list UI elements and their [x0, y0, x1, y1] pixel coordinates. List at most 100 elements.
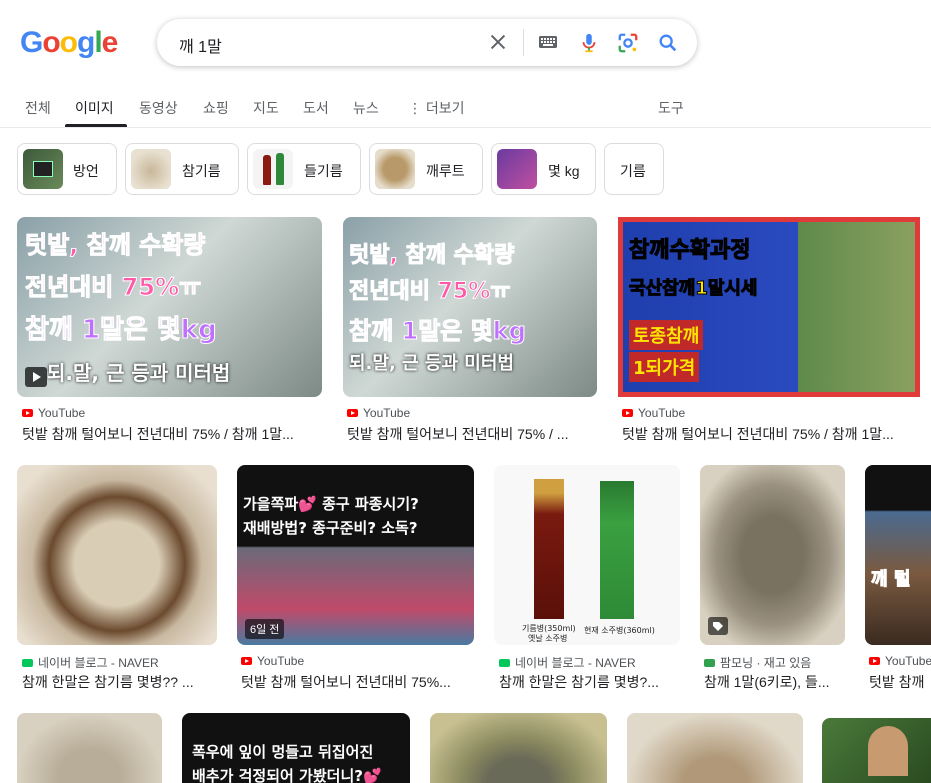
result-thumbnail[interactable]: 폭우에 잎이 멍들고 뒤집어진 배추가 걱정되어 가봤더니?💕 — [182, 713, 410, 783]
chip-label: 들기름 — [304, 163, 343, 179]
thumb-caption: 참깨 1말은 몇kg — [25, 315, 218, 346]
thumb-caption: 텃밭, 참깨 수확량 — [24, 231, 206, 260]
thumb-caption: 가을쪽파💕 종구 파종시기? — [243, 495, 419, 513]
result-thumbnail[interactable]: 깨 털 — [865, 465, 931, 645]
more-dots-icon: ⋮ — [408, 100, 422, 116]
logo-letter: l — [94, 26, 102, 59]
tab-images[interactable]: 이미지 — [75, 98, 114, 118]
source-label: 네이버 블로그 - NAVER — [38, 656, 159, 670]
oil-bottle — [534, 479, 564, 619]
google-logo[interactable]: Google — [20, 26, 118, 60]
tab-maps[interactable]: 지도 — [253, 98, 279, 118]
tab-books[interactable]: 도서 — [303, 98, 329, 118]
result-title[interactable]: 참깨 한말은 참기름 몇병?... — [499, 672, 681, 692]
result-title[interactable]: 텃밭 참깨 털어보니 전년대비 75% / 참깨 1말... — [622, 424, 927, 444]
result-source[interactable]: 네이버 블로그 - NAVER — [22, 654, 159, 671]
thumb-caption: 재배방법? 종구준비? 소독? — [243, 519, 418, 537]
logo-letter: G — [20, 26, 43, 59]
thumb-caption: 되.말, 근 등과 미터법 — [349, 353, 514, 374]
search-divider — [523, 29, 524, 56]
clear-icon[interactable] — [487, 31, 509, 53]
source-label: YouTube — [38, 406, 86, 420]
youtube-icon — [869, 657, 880, 665]
thumb-caption: 텃밭, 참깨 수확량 — [348, 243, 515, 269]
chip-sesame-root[interactable]: 깨루트 — [369, 143, 483, 195]
result-title[interactable]: 참깨 1말(6키로), 들... — [704, 672, 844, 692]
tab-more[interactable]: ⋮ 더보기 — [408, 98, 465, 118]
tab-videos[interactable]: 동영상 — [139, 98, 178, 118]
person-face — [868, 726, 908, 776]
thumb-caption: 깨 털 — [870, 569, 911, 591]
tab-tools[interactable]: 도구 — [658, 98, 684, 118]
chip-label: 몇 kg — [548, 163, 580, 179]
tab-all[interactable]: 전체 — [25, 98, 51, 118]
chip-thumbnail — [375, 149, 415, 189]
thumb-caption: 전년대비 75%ㅠ — [349, 279, 512, 305]
result-source[interactable]: 네이버 블로그 - NAVER — [499, 654, 636, 671]
search-tabs: 전체 이미지 동영상 쇼핑 지도 도서 뉴스 ⋮ 더보기 도구 — [0, 86, 931, 128]
thumb-caption: 되.말, 근 등과 미터법 — [47, 361, 231, 385]
chip-label: 깨루트 — [426, 163, 465, 179]
result-thumbnail[interactable]: 가을쪽파💕 종구 파종시기? 재배방법? 종구준비? 소독? 6일 전 — [237, 465, 474, 645]
microphone-icon[interactable] — [578, 31, 600, 55]
result-source[interactable]: YouTube — [241, 654, 304, 668]
keyboard-icon[interactable] — [538, 34, 558, 50]
result-title[interactable]: 텃밭 참깨 털어보니 전년대비 75% / ... — [347, 424, 602, 444]
youtube-icon — [241, 657, 252, 665]
result-thumbnail[interactable]: 텃밭, 참깨 수확량 전년대비 75%ㅠ 참깨 1말은 몇kg 되.말, 근 등… — [343, 217, 597, 397]
chip-how-many-kg[interactable]: 몇 kg — [491, 143, 596, 195]
play-icon — [25, 367, 47, 387]
result-title[interactable]: 텃밭 참깨 털어보니 전년대비 75%... — [241, 672, 473, 692]
chip-label: 기름 — [620, 163, 646, 179]
chip-thumbnail — [497, 149, 537, 189]
result-title[interactable]: 참깨 한말은 참기름 몇병?? ... — [22, 672, 222, 692]
result-thumbnail[interactable] — [17, 713, 162, 783]
result-source[interactable]: 팜모닝 · 재고 있음 — [704, 654, 811, 671]
logo-letter: o — [42, 26, 60, 59]
thumb-caption: 토종참깨 — [629, 320, 704, 350]
chip-thumbnail — [131, 149, 171, 189]
youtube-icon — [622, 409, 633, 417]
chip-thumbnail — [253, 149, 293, 189]
result-source[interactable]: YouTube — [622, 406, 685, 420]
soju-bottle — [600, 481, 634, 619]
result-thumbnail[interactable]: 참깨수확과정 국산참깨1말시세 토종참깨 1되가격 — [618, 217, 920, 397]
thumb-caption: 배추가 걱정되어 가봤더니?💕 — [192, 767, 382, 783]
source-label: YouTube — [363, 406, 411, 420]
source-label: 네이버 블로그 - NAVER — [515, 656, 636, 670]
result-title[interactable]: 텃밭 참깨 — [869, 672, 931, 692]
chip-label: 참기름 — [182, 163, 221, 179]
chip-sesame-oil[interactable]: 참기름 — [125, 143, 239, 195]
tab-news[interactable]: 뉴스 — [353, 98, 379, 118]
result-title[interactable]: 텃밭 참깨 털어보니 전년대비 75% / 참깨 1말... — [22, 424, 322, 444]
search-input[interactable]: 깨 1말 — [179, 33, 222, 57]
result-thumbnail[interactable] — [822, 718, 931, 783]
result-thumbnail[interactable]: 텃밭, 참깨 수확량 전년대비 75%ㅠ 참깨 1말은 몇kg 되.말, 근 등… — [17, 217, 322, 397]
result-thumbnail[interactable] — [627, 713, 803, 783]
source-label: YouTube — [638, 406, 686, 420]
youtube-icon — [22, 409, 33, 417]
result-source[interactable]: YouTube — [869, 654, 931, 668]
result-thumbnail[interactable] — [700, 465, 845, 645]
result-thumbnail[interactable] — [17, 465, 217, 645]
time-badge: 6일 전 — [245, 619, 285, 639]
chip-perilla-oil[interactable]: 들기름 — [247, 143, 361, 195]
google-lens-icon[interactable] — [617, 32, 639, 54]
result-thumbnail[interactable]: 기름병(350ml) 옛날 소주병 현재 소주병(360ml) — [494, 465, 680, 645]
thumb-caption: 참깨수확과정 — [628, 238, 751, 264]
thumb-caption: 폭우에 잎이 멍들고 뒤집어진 — [192, 743, 374, 761]
search-box[interactable]: 깨 1말 — [157, 19, 697, 66]
tab-shopping[interactable]: 쇼핑 — [203, 98, 229, 118]
naver-blog-icon — [499, 659, 510, 667]
thumb-caption: 옛날 소주병 — [528, 634, 568, 643]
thumb-caption: 국산참깨1말시세 — [628, 278, 758, 300]
youtube-icon — [347, 409, 358, 417]
source-label: YouTube — [885, 654, 931, 668]
chip-oil[interactable]: 기름 — [604, 143, 664, 195]
search-icon[interactable] — [657, 32, 679, 54]
active-tab-indicator — [65, 124, 127, 127]
result-source[interactable]: YouTube — [22, 406, 85, 420]
chip-dialect[interactable]: 방언 — [17, 143, 117, 195]
result-source[interactable]: YouTube — [347, 406, 410, 420]
result-thumbnail[interactable] — [430, 713, 607, 783]
